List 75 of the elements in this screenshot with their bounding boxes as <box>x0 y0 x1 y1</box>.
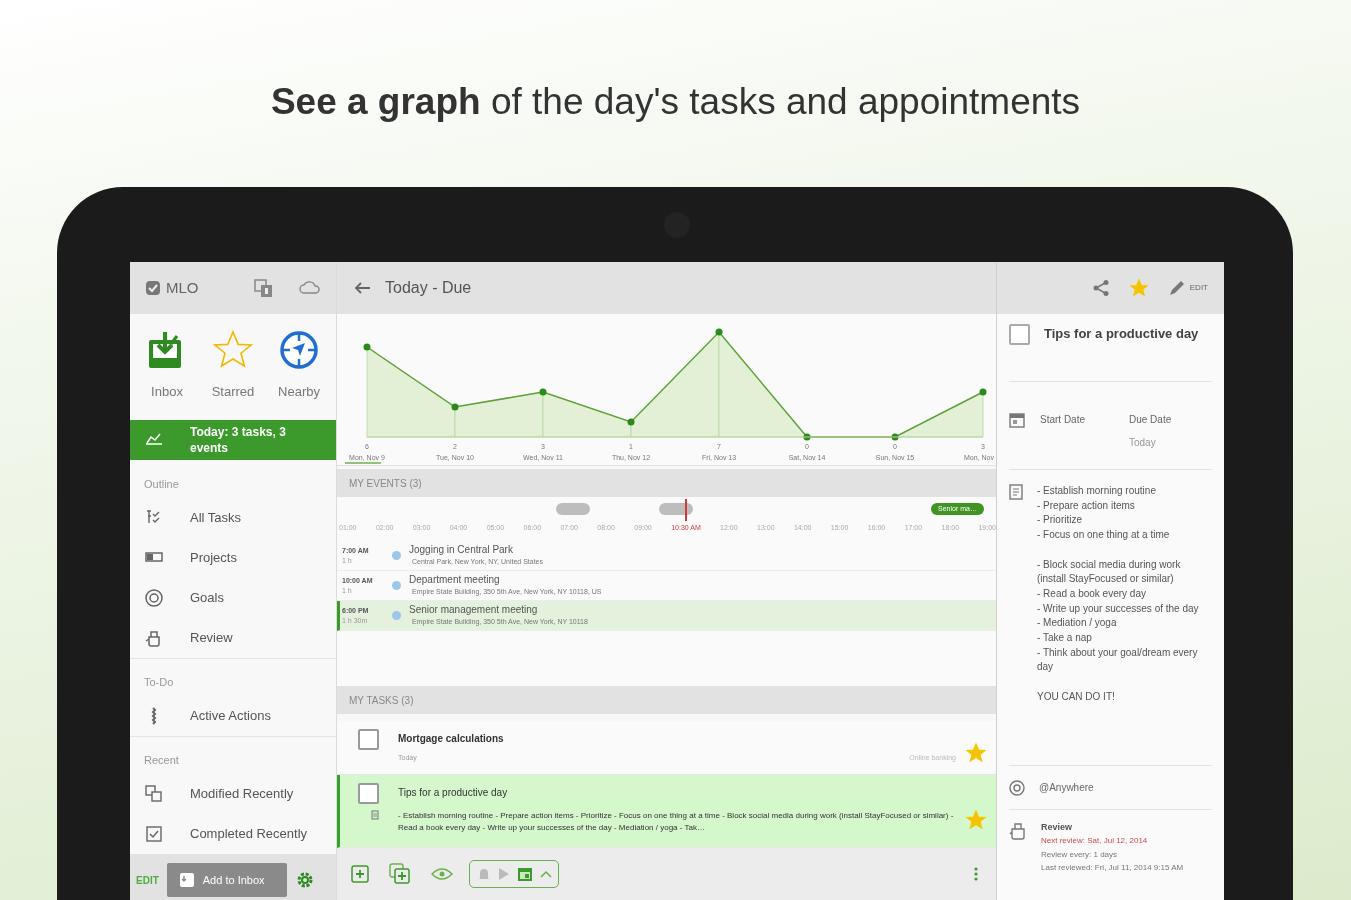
sidebar-item[interactable]: Today: 3 tasks, 3 events <box>130 420 336 460</box>
calendar-icon <box>1009 412 1025 428</box>
more-icon[interactable] <box>974 867 978 881</box>
point <box>715 328 723 336</box>
event-title: Jogging in Central Park <box>409 543 514 556</box>
task-title: Tips for a productive day <box>1044 325 1199 343</box>
field-label: Due Date <box>1129 413 1172 427</box>
quick-access-button[interactable]: Inbox <box>136 330 198 402</box>
sidebar-item[interactable]: Completed Recently <box>130 814 336 854</box>
point <box>979 388 987 396</box>
checkbox-icon <box>144 824 164 844</box>
cloud-icon[interactable] <box>299 281 321 295</box>
add-icon[interactable] <box>351 865 369 883</box>
app-logo-icon <box>145 280 161 296</box>
pencil-icon <box>1167 279 1186 297</box>
sidebar-item[interactable]: Projects <box>130 538 336 578</box>
calendar-icon[interactable] <box>516 866 533 882</box>
app-name: MLO <box>166 277 199 298</box>
task-title: Tips for a productive day <box>398 786 509 800</box>
compass-icon <box>279 330 319 370</box>
task-note: - Establish morning routine - Prepare action items - Prioritize - Focus on one thing at a time - Block social media during work (install StayFocused or similar) - Read a book every day - Write up your successes of the day - Mediation / yoga - Tak… <box>398 810 955 834</box>
edit-button[interactable]: EDIT <box>1167 279 1208 297</box>
target-icon <box>144 588 164 608</box>
checkbox[interactable] <box>358 783 379 804</box>
note-icon <box>1009 484 1023 500</box>
task-note: - Establish morning routine - Prepare action items - Prioritize - Focus on one thing at a time - Block social media during work (install StayFocused or similar) - Read a book every day - Write up your successes of the day - Mediation / yoga - Take a nap - Think about your goal/dream every day YOU CAN DO IT! <box>1037 484 1200 704</box>
checkbox[interactable] <box>1009 324 1030 345</box>
quick-access-button[interactable]: Starred <box>202 330 264 402</box>
field-label: Start Date <box>1040 413 1087 427</box>
quick-access-button[interactable]: Nearby <box>268 330 330 402</box>
section-header: MY EVENTS (3) <box>349 476 422 491</box>
sidebar-item[interactable]: All Tasks <box>130 498 336 538</box>
point <box>363 343 371 351</box>
chevron-up-icon[interactable] <box>539 870 552 878</box>
review-interval: Review every: 1 days <box>1041 849 1119 861</box>
selection-underline <box>344 462 382 464</box>
page-title: Today - Due <box>385 278 472 298</box>
task-title: Mortgage calculations <box>398 732 505 746</box>
point <box>539 388 547 396</box>
point <box>627 418 635 426</box>
sidebar-item[interactable]: Modified Recently <box>130 774 336 814</box>
inbox-icon <box>178 872 195 888</box>
context-label: @Anywhere <box>1039 781 1094 795</box>
copy-icon[interactable] <box>253 278 275 298</box>
sidebar-item[interactable]: Goals <box>130 578 336 618</box>
add-subtask-icon[interactable] <box>389 863 411 885</box>
event-title: Department meeting <box>409 573 501 586</box>
star-icon <box>213 330 253 370</box>
event-title: Senior management meeting <box>409 603 539 616</box>
review-title: Review <box>1041 821 1074 834</box>
share-icon[interactable] <box>1091 279 1110 297</box>
eye-icon[interactable] <box>431 867 453 881</box>
star-icon[interactable] <box>966 810 986 830</box>
last-reviewed: Last reviewed: Fri, Jul 11, 2014 9:15 AM <box>1041 862 1184 873</box>
star-icon[interactable] <box>966 743 986 763</box>
section-heading: Outline <box>144 476 179 492</box>
sidebar-item[interactable]: Review <box>130 618 336 658</box>
back-arrow-icon[interactable] <box>353 281 371 295</box>
sidebar-item[interactable]: Active Actions <box>130 696 336 736</box>
star-icon[interactable] <box>1129 279 1148 297</box>
checkbox[interactable] <box>358 729 379 750</box>
headline: See a graph of the day's tasks and appointments <box>270 80 1081 124</box>
point <box>451 403 459 411</box>
bag-icon <box>1009 820 1027 840</box>
task-row[interactable] <box>337 775 996 848</box>
section-heading: Recent <box>144 752 179 768</box>
section-header: MY TASKS (3) <box>349 693 414 708</box>
note-icon <box>371 810 379 820</box>
field-value: Today <box>1129 436 1157 450</box>
play-icon[interactable] <box>497 867 510 881</box>
pages-icon <box>144 784 164 804</box>
next-review: Next review: Sat, Jul 12, 2014 <box>1041 835 1149 847</box>
current-time-line <box>684 499 687 521</box>
event-bar[interactable] <box>659 503 693 515</box>
section-heading: To-Do <box>144 674 174 690</box>
